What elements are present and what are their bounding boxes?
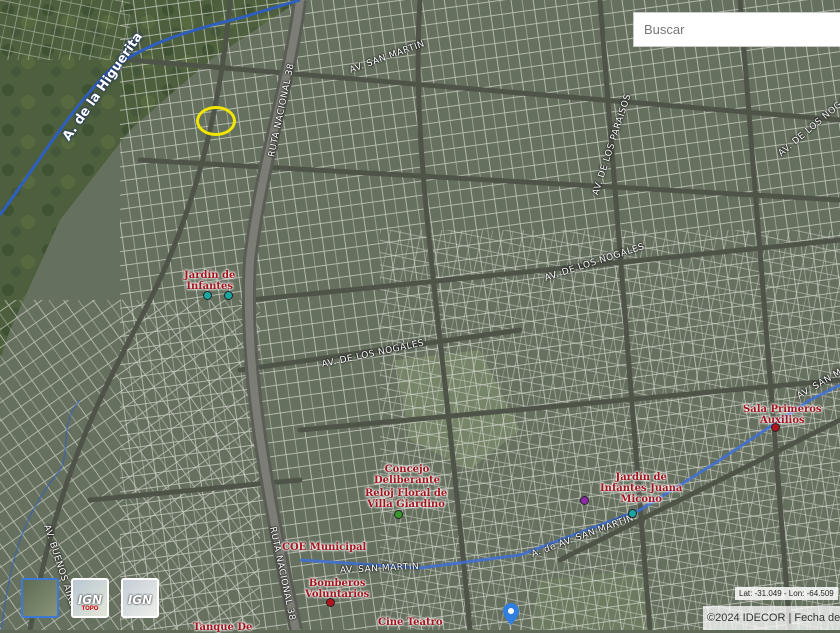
layer-button-satellite[interactable] [21, 578, 59, 618]
layer-button-ign-argenmap[interactable]: IGN [121, 578, 159, 618]
map-attribution[interactable]: ©2024 IDECOR | Fecha de [703, 606, 840, 630]
layer-label-ign-argenmap: IGN [123, 593, 157, 607]
poi-label-tanque[interactable]: Tanque De [193, 622, 252, 633]
poi-label-jardin-infantes-west[interactable]: Jardín deInfantes [184, 270, 235, 292]
poi-marker-purple[interactable] [580, 496, 589, 505]
map-canvas[interactable] [0, 0, 840, 630]
layer-label-ign-topo: IGN [73, 593, 107, 607]
layer-sub-ign-topo: TOPO [73, 606, 107, 612]
poi-marker-sala-primeros-auxilios[interactable] [771, 423, 780, 432]
search-input[interactable] [633, 12, 840, 47]
poi-label-coe-municipal[interactable]: COE Municipal [282, 542, 366, 553]
poi-label-bomberos[interactable]: BomberosVoluntarios [305, 578, 369, 600]
selected-parcel-ring [196, 106, 236, 136]
poi-marker-jardin-infantes-west[interactable] [203, 291, 212, 300]
location-pin-icon[interactable] [503, 603, 519, 625]
cursor-coordinates: Lat: -31.049 - Lon: -64.509 [735, 587, 838, 600]
poi-marker-jardin-juana-micono[interactable] [628, 509, 637, 518]
poi-marker-reloj-floral[interactable] [394, 510, 403, 519]
poi-label-cine-teatro[interactable]: Cine Teatro [378, 617, 443, 628]
poi-marker-jardin-infantes-west-2[interactable] [224, 291, 233, 300]
poi-label-reloj-floral[interactable]: Reloj Floral deVilla Giardino [365, 488, 447, 510]
poi-marker-bomberos[interactable] [326, 598, 335, 607]
poi-label-jardin-juana-micono[interactable]: Jardín deInfantes JuanaMicono [600, 472, 682, 505]
layer-button-ign-topo[interactable]: IGN TOPO [71, 578, 109, 618]
poi-label-sala-primeros-auxilios[interactable]: Sala PrimerosAuxilios [743, 404, 822, 426]
poi-label-concejo-deliberante[interactable]: ConcejoDeliberante [374, 464, 440, 486]
